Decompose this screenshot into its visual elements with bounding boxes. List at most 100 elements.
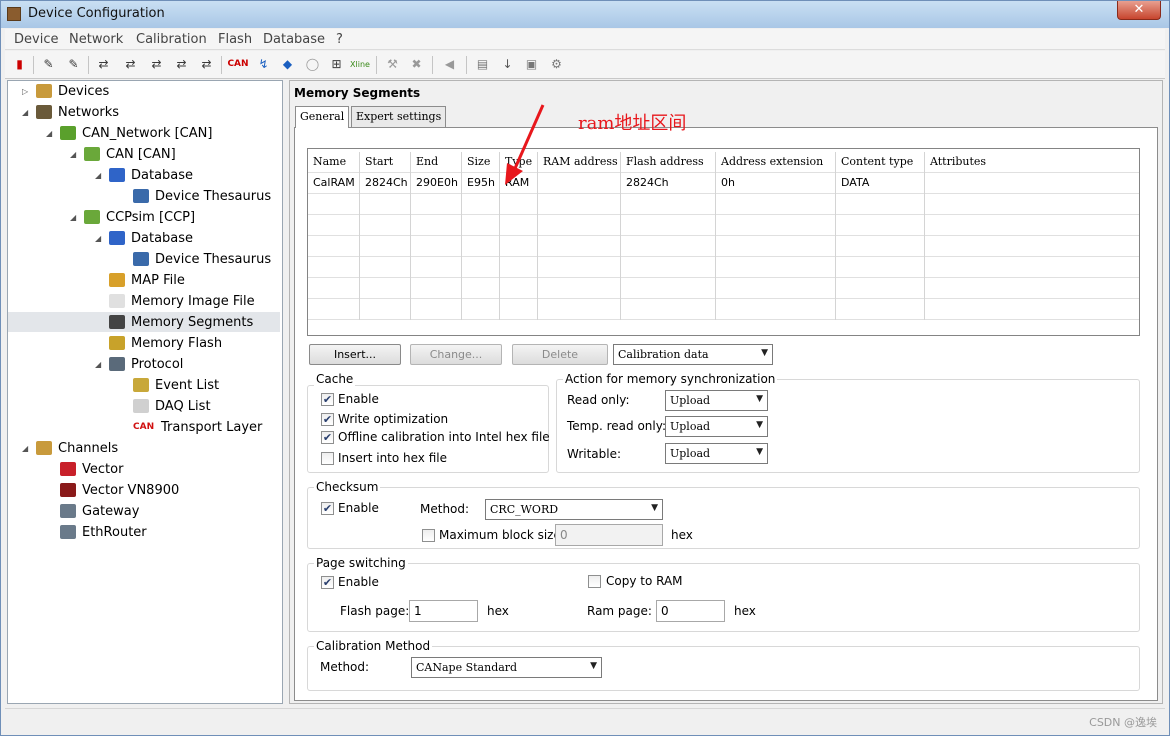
chevron-down-icon: ▼: [761, 348, 768, 358]
max-block-input[interactable]: 0: [555, 524, 663, 546]
insert-hex-checkbox[interactable]: [321, 452, 334, 465]
write-optimization-checkbox[interactable]: ✔: [321, 413, 334, 426]
can-icon[interactable]: CAN: [227, 56, 249, 73]
parameter-icon[interactable]: ▣: [523, 56, 540, 73]
tree-item[interactable]: Device Thesaurus: [119, 186, 271, 206]
settings-icon[interactable]: ⚙: [548, 56, 565, 73]
tree-item-label: Database: [131, 167, 194, 183]
audio-icon[interactable]: ◀: [441, 56, 458, 73]
temp-read-only-combo[interactable]: Upload ▼: [665, 416, 768, 437]
offline-calibration-checkbox[interactable]: ✔: [321, 431, 334, 444]
expander-icon[interactable]: ◢: [70, 150, 80, 159]
tree-item[interactable]: ▷ Devices: [22, 81, 109, 101]
delete-button[interactable]: Delete: [512, 344, 608, 365]
tree-item[interactable]: Vector VN8900: [46, 480, 179, 500]
checksum-enable-checkbox[interactable]: ✔: [321, 502, 334, 515]
calibration-method-combo[interactable]: CANape Standard ▼: [411, 657, 602, 678]
exit-icon[interactable]: ▮: [11, 56, 28, 73]
page-switching-enable-checkbox[interactable]: ✔: [321, 576, 334, 589]
network-1-icon[interactable]: ⇄: [95, 56, 112, 73]
tree-item[interactable]: ◢ CAN [CAN]: [70, 144, 176, 164]
copy-to-ram-checkbox[interactable]: [588, 575, 601, 588]
close-button[interactable]: ✕: [1117, 1, 1161, 20]
tree-item[interactable]: Event List: [119, 375, 219, 395]
network-3-icon[interactable]: ⇄: [148, 56, 165, 73]
tree-item[interactable]: ◢ Database: [95, 228, 193, 248]
network-5-icon[interactable]: ⇄: [198, 56, 215, 73]
tree-item[interactable]: DAQ List: [119, 396, 211, 416]
tree-item[interactable]: Gateway: [46, 501, 139, 521]
expander-icon[interactable]: ◢: [70, 213, 80, 222]
tree-item[interactable]: ◢ CCPsim [CCP]: [70, 207, 195, 227]
table-cell: [411, 236, 462, 257]
tree-item[interactable]: Memory Flash: [95, 333, 222, 353]
connect-icon[interactable]: ✎: [40, 56, 57, 73]
network-2-icon[interactable]: ⇄: [122, 56, 139, 73]
table-row[interactable]: [308, 257, 1139, 278]
tree-item[interactable]: ◢ Protocol: [95, 354, 183, 374]
menu-device[interactable]: Device: [14, 32, 58, 47]
sync-title: Action for memory synchronization: [563, 372, 778, 386]
expander-icon[interactable]: ◢: [22, 108, 32, 117]
tree-item[interactable]: Memory Segments: [8, 312, 280, 332]
tree-item[interactable]: ◢ CAN_Network [CAN]: [46, 123, 212, 143]
checksum-method-combo[interactable]: CRC_WORD ▼: [485, 499, 663, 520]
table-row[interactable]: [308, 194, 1139, 215]
ethernet-icon[interactable]: ◯: [304, 56, 321, 73]
tree-item[interactable]: ◢ Database: [95, 165, 193, 185]
tree-item[interactable]: Memory Image File: [95, 291, 255, 311]
expander-icon[interactable]: ◢: [95, 360, 105, 369]
content-filter-combo[interactable]: Calibration data ▼: [613, 344, 773, 365]
tree-item-label: CAN_Network [CAN]: [82, 125, 213, 141]
menu-flash[interactable]: Flash: [218, 32, 252, 47]
cache-enable-checkbox[interactable]: ✔: [321, 393, 334, 406]
tree-item[interactable]: MAP File: [95, 270, 185, 290]
change-button[interactable]: Change...: [410, 344, 502, 365]
flexray-icon[interactable]: ◆: [279, 56, 296, 73]
expander-icon[interactable]: ◢: [22, 444, 32, 453]
network-4-icon[interactable]: ⇄: [173, 56, 190, 73]
tools-icon[interactable]: ⚒: [384, 56, 401, 73]
expander-icon[interactable]: ◢: [46, 129, 56, 138]
table-row[interactable]: [308, 215, 1139, 236]
xline-icon[interactable]: Xline: [350, 56, 370, 73]
max-block-checkbox[interactable]: [422, 529, 435, 542]
tree-item[interactable]: EthRouter: [46, 522, 147, 542]
table-cell: [621, 194, 716, 215]
network-node-icon[interactable]: ⊞: [328, 56, 345, 73]
writable-combo[interactable]: Upload ▼: [665, 443, 768, 464]
tree-item[interactable]: CAN Transport Layer: [119, 417, 262, 437]
tab-expert-settings[interactable]: Expert settings: [351, 106, 447, 127]
read-only-combo[interactable]: Upload ▼: [665, 390, 768, 411]
expander-icon[interactable]: ◢: [95, 234, 105, 243]
table-row[interactable]: [308, 278, 1139, 299]
expander-icon[interactable]: ◢: [95, 171, 105, 180]
table-row[interactable]: [308, 236, 1139, 257]
table-cell: [360, 215, 411, 236]
lin-icon[interactable]: ↯: [255, 56, 272, 73]
table-row[interactable]: CalRAM 2824Ch 290E0h E95h RAM 2824Ch 0h DATA: [308, 173, 1139, 194]
table-cell: [716, 278, 836, 299]
daq-list-icon: [133, 399, 149, 413]
flash-page-input[interactable]: 1: [409, 600, 478, 622]
database-icon[interactable]: ▤: [474, 56, 491, 73]
tree-item-label: Devices: [58, 83, 110, 99]
menu-database[interactable]: Database: [263, 32, 325, 47]
menu-calibration[interactable]: Calibration: [136, 32, 207, 47]
tab-general[interactable]: General: [295, 106, 350, 128]
menu-network[interactable]: Network: [69, 32, 123, 47]
tree-item[interactable]: Vector: [46, 459, 123, 479]
menu-help[interactable]: ?: [336, 32, 343, 47]
download-icon[interactable]: ↓: [499, 56, 516, 73]
delete-icon[interactable]: ✖: [408, 56, 425, 73]
tree-item[interactable]: ◢ Channels: [22, 438, 118, 458]
tree-item[interactable]: Device Thesaurus: [119, 249, 271, 269]
table-row[interactable]: [308, 299, 1139, 320]
tree-item[interactable]: ◢ Networks: [22, 102, 119, 122]
table-cell: [621, 299, 716, 320]
insert-button[interactable]: Insert...: [309, 344, 401, 365]
ram-page-input[interactable]: 0: [656, 600, 725, 622]
expander-icon[interactable]: ▷: [22, 87, 32, 96]
table-cell: 2824Ch: [621, 173, 716, 194]
disconnect-icon[interactable]: ✎: [65, 56, 82, 73]
